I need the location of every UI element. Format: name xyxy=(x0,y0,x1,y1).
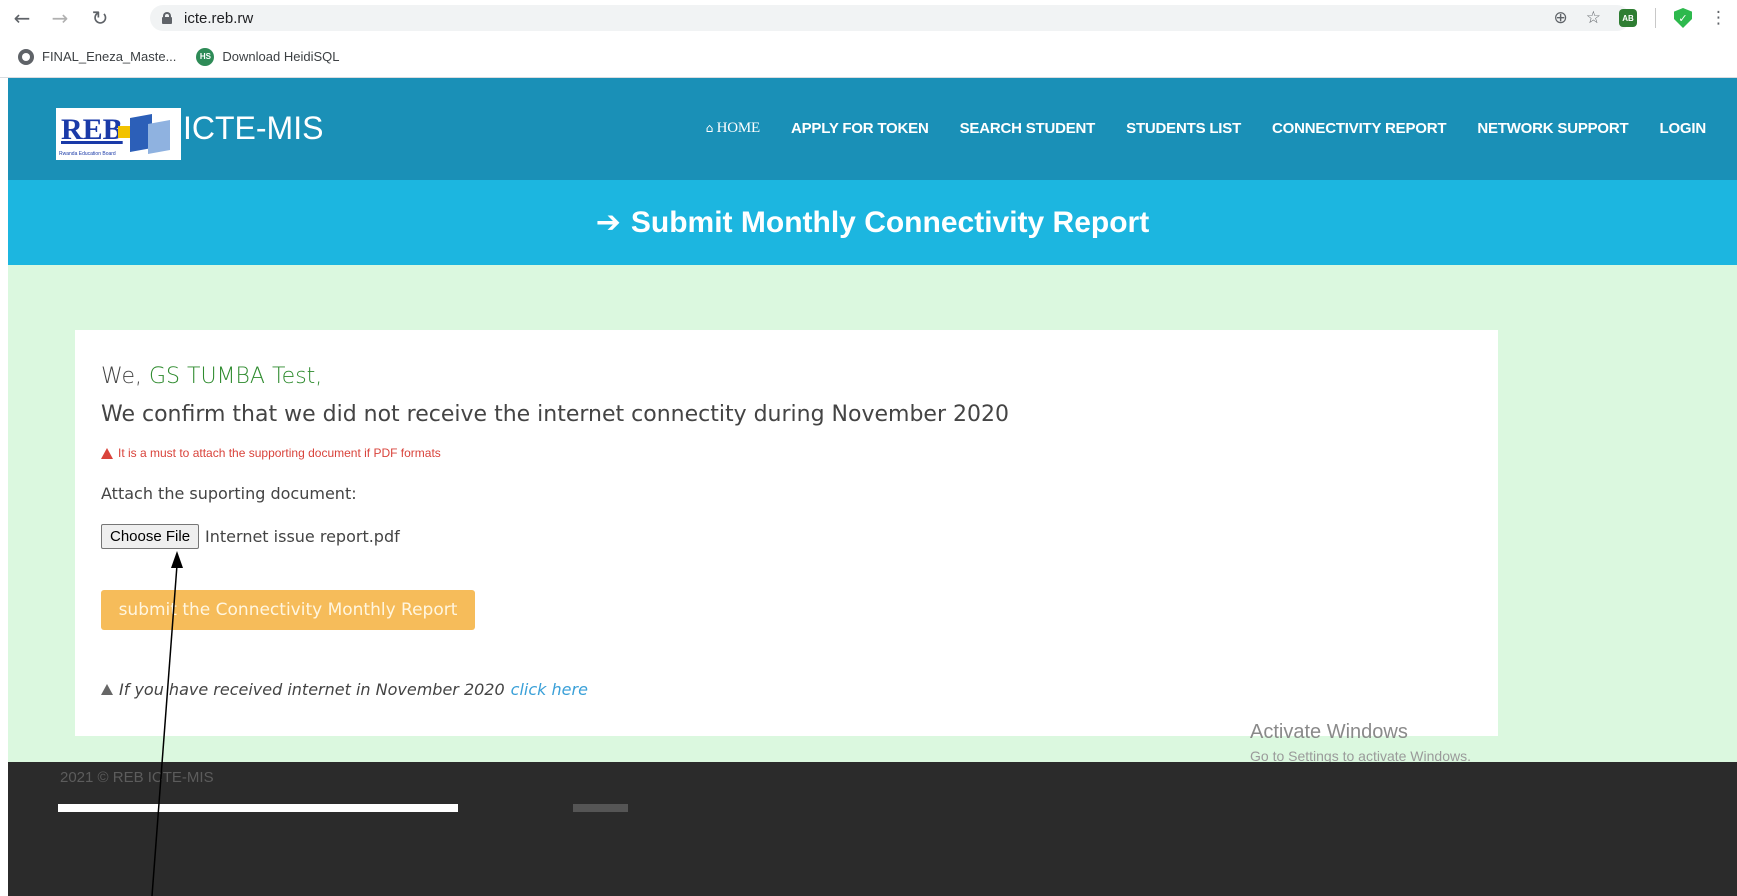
warning-icon xyxy=(101,684,113,695)
nav-students-list[interactable]: STUDENTS LIST xyxy=(1126,120,1241,137)
shield-extension-icon[interactable]: ✓ xyxy=(1674,8,1692,28)
footer-copyright: 2021 © REB ICTE-MIS xyxy=(60,769,214,786)
forward-arrow-icon[interactable]: → xyxy=(46,4,74,32)
logo-text: REB xyxy=(61,113,123,146)
received-note: If you have received internet in Novembe… xyxy=(101,680,588,699)
we-line: We, GS TUMBA Test, xyxy=(101,364,322,389)
menu-icon[interactable]: ⋮ xyxy=(1710,8,1727,28)
address-bar[interactable]: icte.reb.rw xyxy=(150,5,1630,31)
footer-element xyxy=(58,804,458,812)
site-header: REB Rwanda Education Board ICTE-MIS ⌂ HO… xyxy=(8,78,1737,180)
nav-home-label: HOME xyxy=(716,120,761,136)
url-text: icte.reb.rw xyxy=(184,9,254,27)
nav-home[interactable]: ⌂ HOME xyxy=(705,120,761,137)
choose-file-button[interactable]: Choose File xyxy=(101,524,200,549)
bookmark-heidisql[interactable]: HS Download HeidiSQL xyxy=(196,47,340,66)
selected-file-name: Internet issue report.pdf xyxy=(205,527,400,546)
title-band: ➔ Submit Monthly Connectivity Report xyxy=(8,180,1737,265)
received-text: If you have received internet in Novembe… xyxy=(119,680,505,699)
site-footer: 2021 © REB ICTE-MIS xyxy=(8,762,1737,896)
nav-connectivity-report[interactable]: CONNECTIVITY REPORT xyxy=(1272,120,1446,137)
nav-network-support[interactable]: NETWORK SUPPORT xyxy=(1477,120,1628,137)
logo-shape xyxy=(148,120,170,154)
watermark-line1: Activate Windows xyxy=(1250,721,1408,743)
globe-icon xyxy=(18,48,34,65)
browser-actions: ⊕ ☆ AB ✓ ⋮ xyxy=(1554,5,1727,31)
main-content: We, GS TUMBA Test, We confirm that we di… xyxy=(8,265,1737,762)
nav-apply-token[interactable]: APPLY FOR TOKEN xyxy=(791,120,929,137)
we-prefix: We, xyxy=(101,364,142,389)
click-here-link[interactable]: click here xyxy=(511,680,588,699)
attach-label: Attach the suporting document: xyxy=(101,484,357,503)
logo-subtext: Rwanda Education Board xyxy=(59,151,116,157)
heidisql-icon: HS xyxy=(196,47,215,66)
adblock-extension-icon[interactable]: AB xyxy=(1619,9,1637,27)
warning-icon xyxy=(101,447,113,459)
school-name: GS TUMBA Test, xyxy=(149,364,323,389)
warning-text: It is a must to attach the supporting do… xyxy=(118,446,441,460)
pdf-warning: It is a must to attach the supporting do… xyxy=(101,446,441,460)
bookmarks-bar: FINAL_Eneza_Maste... HS Download HeidiSQ… xyxy=(0,36,1737,78)
home-icon: ⌂ xyxy=(705,121,717,135)
site-title[interactable]: ICTE-MIS xyxy=(183,110,323,147)
main-nav: ⌂ HOME APPLY FOR TOKEN SEARCH STUDENT ST… xyxy=(705,120,1707,137)
confirm-statement: We confirm that we did not receive the i… xyxy=(101,402,1009,427)
back-arrow-icon[interactable]: ← xyxy=(8,4,36,32)
page-title-text: Submit Monthly Connectivity Report xyxy=(630,205,1150,239)
submit-report-button[interactable]: submit the Connectivity Monthly Report xyxy=(101,590,475,630)
bookmark-label: FINAL_Eneza_Maste... xyxy=(42,49,177,64)
reb-logo[interactable]: REB Rwanda Education Board xyxy=(56,108,181,160)
bookmark-label: Download HeidiSQL xyxy=(222,49,340,64)
windows-activation-watermark: Activate Windows Go to Settings to activ… xyxy=(1250,721,1471,764)
toolbar-separator xyxy=(1655,8,1656,28)
arrow-right-icon: ➔ xyxy=(595,205,621,240)
reload-icon[interactable]: ↻ xyxy=(86,4,114,32)
nav-search-student[interactable]: SEARCH STUDENT xyxy=(960,120,1096,137)
report-card: We, GS TUMBA Test, We confirm that we di… xyxy=(75,330,1498,736)
nav-login[interactable]: LOGIN xyxy=(1660,120,1707,137)
file-input[interactable]: Choose File Internet issue report.pdf xyxy=(101,524,400,549)
lock-icon xyxy=(162,12,172,24)
footer-element xyxy=(573,804,628,812)
browser-toolbar: ← → ↻ icte.reb.rw ⊕ ☆ AB ✓ ⋮ xyxy=(0,0,1737,36)
star-icon[interactable]: ☆ xyxy=(1586,8,1601,28)
zoom-icon[interactable]: ⊕ xyxy=(1554,8,1568,28)
bookmark-final-eneza[interactable]: FINAL_Eneza_Maste... xyxy=(18,48,177,65)
page-title: ➔ Submit Monthly Connectivity Report xyxy=(596,205,1149,240)
